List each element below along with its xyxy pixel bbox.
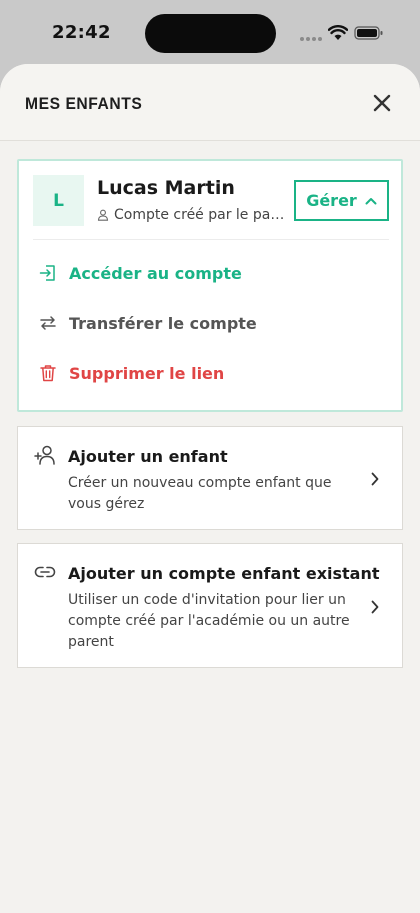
add-child-option[interactable]: Ajouter un enfant Créer un nouveau compt… [17, 426, 403, 530]
battery-icon [354, 26, 383, 40]
access-account-label: Accéder au compte [69, 263, 242, 283]
login-icon [39, 265, 55, 281]
child-account-info: Compte créé par le parent [97, 207, 285, 223]
chevron-up-icon [365, 197, 377, 204]
child-name: Lucas Martin [97, 177, 235, 199]
delete-link-button[interactable]: Supprimer le lien [39, 358, 224, 388]
link-existing-description: Utiliser un code d'invitation pour lier … [68, 592, 350, 650]
manage-button-label: Gérer [306, 191, 357, 210]
link-existing-account-option[interactable]: Ajouter un compte enfant existant Utilis… [17, 543, 403, 668]
manage-button[interactable]: Gérer [294, 180, 389, 221]
add-child-title: Ajouter un enfant [68, 447, 228, 466]
user-icon [97, 209, 109, 221]
transfer-account-button[interactable]: Transférer le compte [39, 308, 257, 338]
transfer-icon [40, 316, 56, 330]
sheet-header: MES ENFANTS [0, 64, 420, 141]
link-icon [34, 566, 56, 578]
delete-link-label: Supprimer le lien [69, 363, 225, 383]
add-child-description: Créer un nouveau compte enfant que vous … [68, 475, 332, 512]
avatar: L [33, 175, 84, 226]
add-user-icon [34, 445, 55, 465]
transfer-account-label: Transférer le compte [69, 313, 257, 333]
chevron-right-icon [371, 600, 379, 614]
card-divider [33, 239, 389, 240]
close-icon[interactable] [372, 93, 392, 113]
access-account-button[interactable]: Accéder au compte [39, 258, 242, 288]
chevron-right-icon [371, 472, 379, 486]
status-time: 22:42 [52, 22, 111, 43]
sheet-title: MES ENFANTS [25, 94, 143, 113]
dynamic-island [145, 14, 276, 53]
child-subtitle: Compte créé par le parent [114, 207, 285, 223]
status-bar: 22:42 [0, 0, 420, 66]
child-card: L Lucas Martin Compte créé par le parent… [17, 159, 403, 412]
children-sheet: MES ENFANTS L Lucas Martin Compte créé p… [0, 64, 420, 913]
trash-icon [40, 365, 56, 382]
signal-icon [300, 37, 324, 41]
wifi-icon [328, 25, 348, 40]
link-existing-title: Ajouter un compte enfant existant [68, 564, 380, 583]
